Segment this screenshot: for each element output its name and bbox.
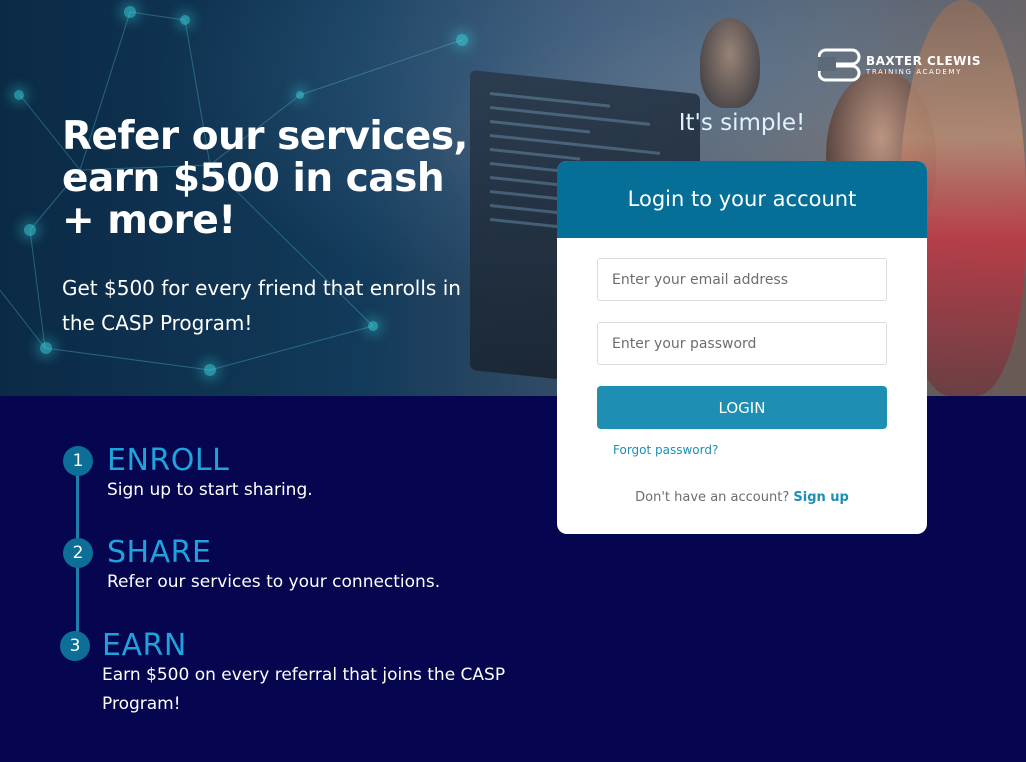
password-field[interactable] bbox=[597, 322, 887, 365]
step-2-title: SHARE bbox=[107, 535, 212, 570]
step-3-title: EARN bbox=[102, 628, 187, 663]
person-silhouette bbox=[700, 18, 760, 108]
step-1-description: Sign up to start sharing. bbox=[107, 480, 313, 500]
no-account-text: Don't have an account? bbox=[635, 490, 790, 505]
logo-text: BAXTER CLEWIS TRAINING ACADEMY bbox=[866, 53, 981, 76]
step-1-badge: 1 bbox=[63, 446, 93, 476]
login-card: Login to your account LOGIN Forgot passw… bbox=[557, 161, 927, 534]
forgot-password-link[interactable]: Forgot password? bbox=[613, 443, 718, 457]
baxter-clewis-logo-icon bbox=[817, 48, 862, 82]
email-field[interactable] bbox=[597, 258, 887, 301]
brand-logo[interactable]: BAXTER CLEWIS TRAINING ACADEMY bbox=[817, 48, 981, 82]
login-card-title: Login to your account bbox=[557, 161, 927, 238]
step-2-description: Refer our services to your connections. bbox=[107, 572, 441, 592]
hero-headline: Refer our services, earn $500 in cash + … bbox=[62, 114, 468, 243]
step-2-badge: 2 bbox=[63, 538, 93, 568]
step-1-title: ENROLL bbox=[107, 443, 230, 478]
login-button[interactable]: LOGIN bbox=[597, 386, 887, 429]
tagline: It's simple! bbox=[678, 110, 806, 136]
step-3-badge: 3 bbox=[60, 631, 90, 661]
hero-subhead: Get $500 for every friend that enrolls i… bbox=[62, 276, 461, 335]
signup-link[interactable]: Sign up bbox=[793, 490, 848, 505]
signup-row: Don't have an account? Sign up bbox=[557, 490, 927, 505]
logo-name: BAXTER CLEWIS bbox=[866, 53, 981, 68]
logo-subtitle: TRAINING ACADEMY bbox=[866, 67, 962, 76]
step-3-description: Earn $500 on every referral that joins t… bbox=[102, 665, 506, 714]
